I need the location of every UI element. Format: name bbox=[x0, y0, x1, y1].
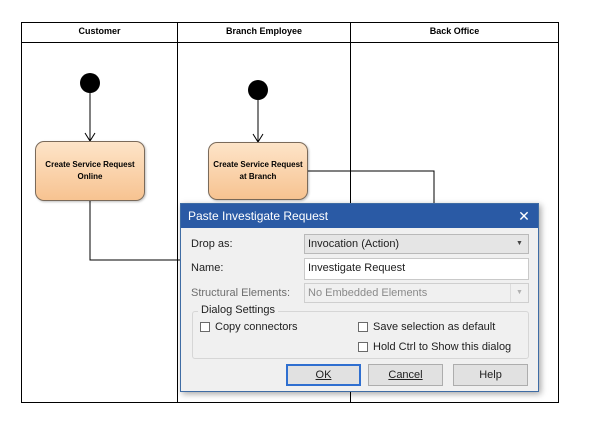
copy-connectors-checkbox[interactable]: Copy connectors bbox=[200, 321, 298, 333]
action-label: Create Service Request at Branch bbox=[213, 160, 303, 181]
ok-button[interactable]: OK bbox=[286, 364, 361, 386]
lane-header-customer: Customer bbox=[78, 26, 121, 36]
drop-as-value: Invocation (Action) bbox=[308, 238, 400, 250]
help-button[interactable]: Help bbox=[453, 364, 528, 386]
save-selection-checkbox[interactable]: Save selection as default bbox=[358, 321, 495, 333]
lane-header-branch-employee: Branch Employee bbox=[225, 26, 303, 36]
chevron-down-icon: ▼ bbox=[510, 284, 528, 302]
hold-ctrl-label: Hold Ctrl to Show this dialog bbox=[373, 341, 512, 353]
checkbox-box[interactable] bbox=[358, 322, 368, 332]
help-label: Help bbox=[479, 369, 502, 381]
structural-elements-select[interactable]: No Embedded Elements ▼ bbox=[304, 283, 529, 303]
action-create-service-request-online[interactable]: Create Service Request Online bbox=[35, 141, 145, 201]
dialog-title: Paste Investigate Request bbox=[188, 209, 329, 223]
initial-node-branch[interactable] bbox=[248, 80, 268, 100]
action-create-service-request-branch[interactable]: Create Service Request at Branch bbox=[208, 142, 308, 200]
structural-elements-label: Structural Elements: bbox=[191, 287, 291, 299]
chevron-down-icon[interactable]: ▼ bbox=[511, 235, 528, 253]
copy-connectors-label: Copy connectors bbox=[215, 321, 298, 333]
cancel-button[interactable]: Cancel bbox=[368, 364, 443, 386]
checkbox-box[interactable] bbox=[358, 342, 368, 352]
connector-branch-to-backoffice[interactable] bbox=[307, 170, 435, 204]
name-value: Investigate Request bbox=[308, 262, 406, 274]
paste-dialog: Paste Investigate Request ✕ Drop as: Inv… bbox=[180, 203, 539, 392]
dialog-settings-label: Dialog Settings bbox=[198, 304, 278, 316]
initial-node-customer[interactable] bbox=[80, 73, 100, 93]
checkbox-box[interactable] bbox=[200, 322, 210, 332]
drop-as-select[interactable]: Invocation (Action) ▼ bbox=[304, 234, 529, 254]
close-icon[interactable]: ✕ bbox=[516, 204, 532, 228]
drop-as-label: Drop as: bbox=[191, 238, 233, 250]
name-field[interactable]: Investigate Request bbox=[304, 258, 529, 280]
ok-label: OK bbox=[315, 369, 332, 381]
structural-elements-value: No Embedded Elements bbox=[308, 287, 428, 299]
lane-header-back-office: Back Office bbox=[429, 26, 480, 36]
name-label: Name: bbox=[191, 262, 224, 274]
cancel-label: Cancel bbox=[388, 369, 423, 381]
dialog-titlebar[interactable]: Paste Investigate Request ✕ bbox=[181, 204, 538, 228]
action-label: Create Service Request Online bbox=[45, 160, 135, 181]
save-selection-label: Save selection as default bbox=[373, 321, 496, 333]
connector-online-to-request[interactable] bbox=[89, 201, 181, 261]
hold-ctrl-checkbox[interactable]: Hold Ctrl to Show this dialog bbox=[358, 341, 511, 353]
